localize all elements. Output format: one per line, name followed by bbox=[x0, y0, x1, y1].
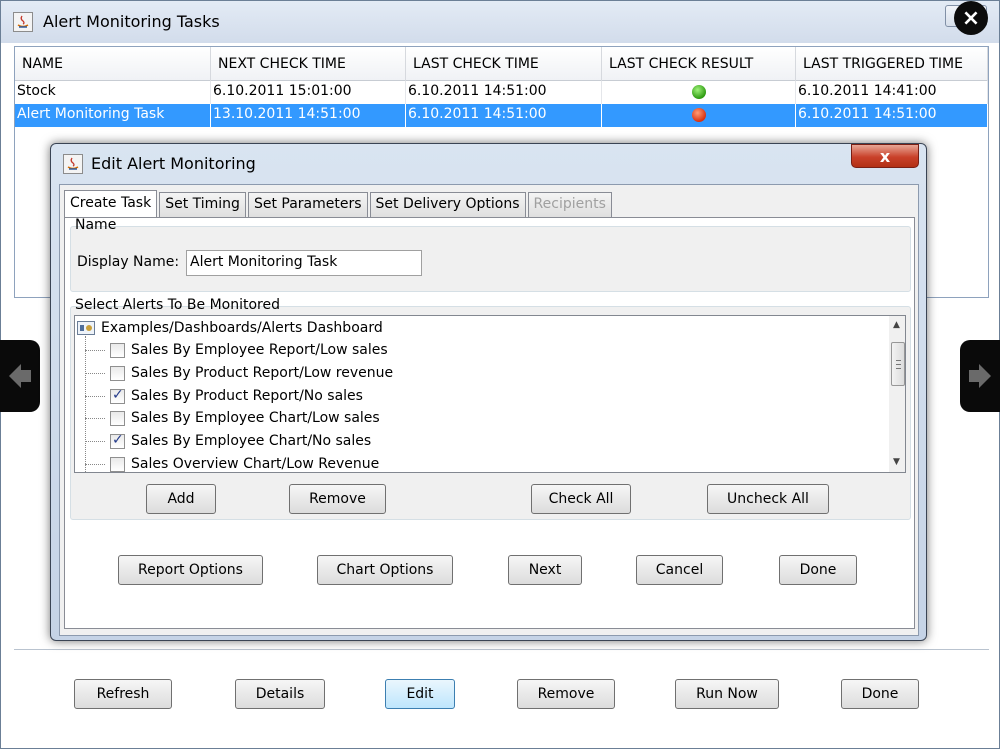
display-name-input[interactable]: Alert Monitoring Task bbox=[186, 250, 422, 276]
scroll-up-icon[interactable]: ▲ bbox=[893, 320, 900, 330]
alert-item[interactable]: Sales By Product Report/No sales bbox=[110, 385, 363, 407]
tree-connector bbox=[85, 441, 105, 442]
cell-triggered: 6.10.2011 14:41:00 bbox=[796, 81, 988, 104]
cell-result bbox=[602, 104, 796, 127]
tree-root-item[interactable]: Examples/Dashboards/Alerts Dashboard bbox=[77, 318, 383, 338]
table-header: NAME NEXT CHECK TIME LAST CHECK TIME LAS… bbox=[15, 47, 988, 81]
cell-name: Stock bbox=[15, 81, 211, 104]
name-group-label: Name bbox=[75, 217, 117, 233]
scroll-down-icon[interactable]: ▼ bbox=[893, 457, 900, 467]
scroll-thumb[interactable] bbox=[891, 342, 905, 386]
report-options-button[interactable]: Report Options bbox=[118, 555, 263, 585]
alert-label: Sales By Employee Chart/No sales bbox=[131, 433, 372, 449]
remove-alert-button[interactable]: Remove bbox=[289, 484, 386, 514]
alert-label: Sales By Product Report/Low revenue bbox=[131, 365, 394, 381]
dashboard-icon bbox=[77, 321, 95, 335]
alert-label: Sales By Product Report/No sales bbox=[131, 388, 363, 404]
refresh-button[interactable]: Refresh bbox=[74, 679, 172, 709]
tree-scrollbar[interactable]: ▲ ▼ bbox=[889, 316, 905, 472]
status-ok-icon bbox=[691, 85, 706, 99]
tree-connector bbox=[85, 418, 105, 419]
tab-recipients: Recipients bbox=[527, 192, 612, 218]
check-all-button[interactable]: Check All bbox=[531, 484, 631, 514]
alert-item[interactable]: Sales By Employee Chart/Low sales bbox=[110, 407, 380, 429]
previous-arrow-icon[interactable] bbox=[0, 340, 40, 412]
next-button[interactable]: Next bbox=[508, 555, 582, 585]
table-row[interactable]: Stock 6.10.2011 15:01:00 6.10.2011 14:51… bbox=[15, 81, 988, 104]
column-header-name[interactable]: NAME bbox=[15, 47, 211, 81]
table-row-selected[interactable]: Alert Monitoring Task 13.10.2011 14:51:0… bbox=[15, 104, 988, 127]
column-header-last-triggered-time[interactable]: LAST TRIGGERED TIME bbox=[796, 47, 988, 81]
cell-name: Alert Monitoring Task bbox=[15, 104, 211, 127]
dialog-done-button[interactable]: Done bbox=[779, 555, 857, 585]
tree-connector bbox=[85, 336, 86, 472]
run-now-button[interactable]: Run Now bbox=[675, 679, 779, 709]
java-icon bbox=[13, 12, 33, 32]
cancel-button[interactable]: Cancel bbox=[636, 555, 723, 585]
window-title: Alert Monitoring Tasks bbox=[43, 12, 220, 31]
details-button[interactable]: Details bbox=[235, 679, 325, 709]
alert-label: Sales Overview Chart/Low Revenue bbox=[131, 456, 380, 472]
java-icon bbox=[63, 154, 83, 174]
tab-create-task[interactable]: Create Task bbox=[64, 190, 158, 219]
alert-item[interactable]: Sales By Employee Chart/No sales bbox=[110, 430, 371, 452]
dialog-title: Edit Alert Monitoring bbox=[91, 154, 256, 173]
window-titlebar: Alert Monitoring Tasks × bbox=[1, 1, 999, 43]
column-header-next-check-time[interactable]: NEXT CHECK TIME bbox=[211, 47, 406, 81]
create-task-panel: Name Display Name: Alert Monitoring Task… bbox=[64, 217, 915, 629]
cell-triggered: 6.10.2011 14:51:00 bbox=[796, 104, 988, 127]
tree-connector bbox=[85, 396, 105, 397]
alert-checkbox-checked[interactable] bbox=[110, 432, 125, 449]
alert-item[interactable]: Sales By Employee Report/Low sales bbox=[110, 339, 388, 361]
tree-connector bbox=[85, 350, 105, 351]
alerts-group-label: Select Alerts To Be Monitored bbox=[75, 297, 280, 313]
cell-last-check: 6.10.2011 14:51:00 bbox=[406, 104, 602, 127]
cell-next-check: 6.10.2011 15:01:00 bbox=[211, 81, 406, 104]
alert-label: Sales By Employee Report/Low sales bbox=[131, 342, 388, 358]
cell-last-check: 6.10.2011 14:51:00 bbox=[406, 81, 602, 104]
alert-item[interactable]: Sales Overview Chart/Low Revenue bbox=[110, 453, 380, 472]
display-name-label: Display Name: bbox=[77, 254, 180, 270]
tree-root-label: Examples/Dashboards/Alerts Dashboard bbox=[101, 320, 383, 336]
tab-set-parameters[interactable]: Set Parameters bbox=[247, 192, 368, 218]
next-arrow-icon[interactable] bbox=[960, 340, 1000, 412]
tree-connector bbox=[85, 373, 105, 374]
tab-bar: Create Task Set Timing Set Parameters Se… bbox=[64, 190, 614, 219]
alert-checkbox[interactable] bbox=[110, 342, 125, 358]
cell-next-check: 13.10.2011 14:51:00 bbox=[211, 104, 406, 127]
alert-label: Sales By Employee Chart/Low sales bbox=[131, 410, 380, 426]
dialog-body: Create Task Set Timing Set Parameters Se… bbox=[59, 184, 919, 636]
done-button[interactable]: Done bbox=[841, 679, 919, 709]
edit-button[interactable]: Edit bbox=[385, 679, 455, 709]
grip-icon bbox=[896, 360, 901, 369]
tree-connector bbox=[85, 464, 105, 465]
add-alert-button[interactable]: Add bbox=[146, 484, 216, 514]
alert-item[interactable]: Sales By Product Report/Low revenue bbox=[110, 362, 393, 384]
status-failed-icon bbox=[691, 108, 706, 122]
alert-checkbox[interactable] bbox=[110, 365, 125, 381]
remove-button[interactable]: Remove bbox=[517, 679, 615, 709]
dialog-close-button[interactable]: x bbox=[851, 144, 919, 168]
close-icon[interactable]: × bbox=[954, 1, 988, 35]
cell-result bbox=[602, 81, 796, 104]
uncheck-all-button[interactable]: Uncheck All bbox=[707, 484, 829, 514]
edit-alert-monitoring-dialog: Edit Alert Monitoring x Create Task Set … bbox=[50, 143, 927, 641]
tab-set-timing[interactable]: Set Timing bbox=[159, 192, 246, 218]
alert-checkbox[interactable] bbox=[110, 410, 125, 426]
tab-set-delivery-options[interactable]: Set Delivery Options bbox=[369, 192, 526, 218]
alerts-tree: Examples/Dashboards/Alerts Dashboard Sal… bbox=[74, 315, 906, 473]
column-header-last-check-time[interactable]: LAST CHECK TIME bbox=[406, 47, 602, 81]
chart-options-button[interactable]: Chart Options bbox=[317, 555, 453, 585]
alert-checkbox[interactable] bbox=[110, 456, 125, 472]
alert-checkbox-checked[interactable] bbox=[110, 387, 125, 404]
column-header-last-check-result[interactable]: LAST CHECK RESULT bbox=[602, 47, 796, 81]
